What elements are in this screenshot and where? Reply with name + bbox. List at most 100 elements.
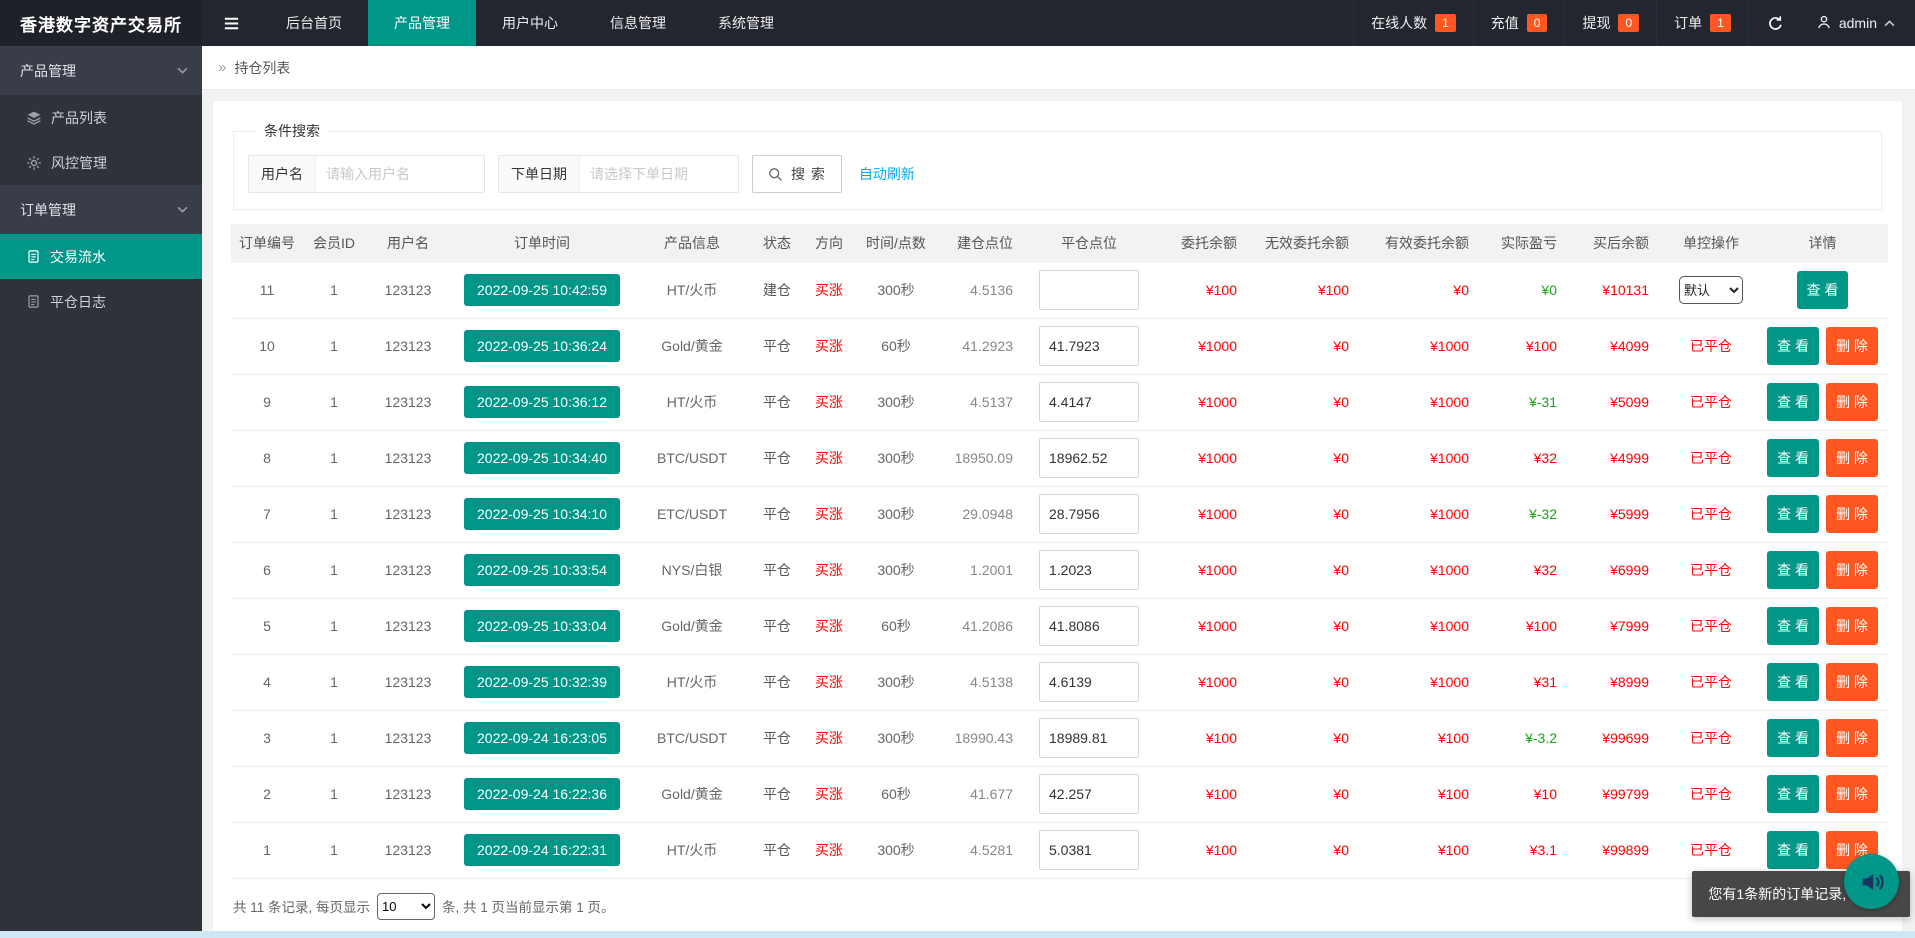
delete-button[interactable]: 删 除	[1826, 775, 1878, 813]
close-point-input[interactable]	[1039, 438, 1139, 478]
delete-button[interactable]: 删 除	[1826, 607, 1878, 645]
order-id: 8	[231, 430, 303, 486]
search-panel: 条件搜索 用户名 下单日期 搜 索 自动刷新	[233, 121, 1882, 210]
period: 60秒	[855, 766, 937, 822]
sidebar-item[interactable]: 风控管理	[0, 140, 202, 185]
product-info: Gold/黄金	[633, 766, 751, 822]
topbar: 香港数字资产交易所 后台首页产品管理用户中心信息管理系统管理 在线人数1充值0提…	[0, 0, 1915, 46]
close-point-input[interactable]	[1039, 718, 1139, 758]
direction: 买涨	[803, 542, 855, 598]
refresh-button[interactable]	[1748, 0, 1802, 46]
auto-refresh-link[interactable]: 自动刷新	[859, 164, 915, 184]
sidebar-item[interactable]: 平仓日志	[0, 279, 202, 324]
after-balance: ¥99699	[1573, 710, 1665, 766]
close-point-input	[1029, 766, 1149, 822]
document-icon	[26, 249, 41, 264]
view-button[interactable]: 查 看	[1767, 495, 1819, 533]
sidebar-item[interactable]: 产品列表	[0, 95, 202, 140]
topbar-menu-item[interactable]: 信息管理	[584, 0, 692, 46]
topbar-stat[interactable]: 订单 1	[1656, 0, 1748, 46]
view-button[interactable]: 查 看	[1767, 775, 1819, 813]
status: 平仓	[751, 486, 803, 542]
order-time-badge: 2022-09-25 10:32:39	[464, 666, 620, 698]
username-input[interactable]	[316, 156, 484, 192]
sound-notification-button[interactable]	[1844, 854, 1899, 909]
delete-button[interactable]: 删 除	[1826, 327, 1878, 365]
actual-profit: ¥3.1	[1485, 822, 1573, 878]
delete-button[interactable]: 删 除	[1826, 551, 1878, 589]
search-button[interactable]: 搜 索	[752, 155, 842, 193]
topbar-menu-item[interactable]: 用户中心	[476, 0, 584, 46]
order-id: 1	[231, 822, 303, 878]
control-cell: 已平仓	[1665, 598, 1757, 654]
control-status: 已平仓	[1690, 786, 1732, 802]
document-icon	[26, 294, 41, 309]
table-row: 411231232022-09-25 10:32:39HT/火币平仓买涨300秒…	[231, 654, 1888, 710]
member-id: 1	[303, 654, 365, 710]
order-id: 7	[231, 486, 303, 542]
topbar-menu-item[interactable]: 后台首页	[260, 0, 368, 46]
topbar-stat[interactable]: 提现0	[1564, 0, 1656, 46]
valid-entrust-balance: ¥1000	[1365, 430, 1485, 486]
delete-button[interactable]: 删 除	[1826, 383, 1878, 421]
close-point-input[interactable]	[1039, 830, 1139, 870]
control-select[interactable]: 默认	[1679, 276, 1743, 304]
sidebar-group[interactable]: 订单管理	[0, 185, 202, 234]
view-button[interactable]: 查 看	[1767, 439, 1819, 477]
page-size-select[interactable]: 10	[377, 893, 435, 920]
table-row: 611231232022-09-25 10:33:54NYS/白银平仓买涨300…	[231, 542, 1888, 598]
close-point-input[interactable]	[1039, 270, 1139, 310]
sidebar-group[interactable]: 产品管理	[0, 46, 202, 95]
view-button[interactable]: 查 看	[1797, 271, 1849, 309]
direction: 买涨	[803, 654, 855, 710]
entrust-balance: ¥100	[1149, 822, 1253, 878]
close-point-input[interactable]	[1039, 662, 1139, 702]
close-point-input[interactable]	[1039, 774, 1139, 814]
topbar-stats: 在线人数1充值0提现0 订单 1	[1353, 0, 1748, 46]
username-filter-label: 用户名	[249, 156, 316, 192]
sidebar-item[interactable]: 交易流水	[0, 234, 202, 279]
delete-button[interactable]: 删 除	[1826, 439, 1878, 477]
view-button[interactable]: 查 看	[1767, 831, 1819, 869]
topbar-stat[interactable]: 在线人数1	[1353, 0, 1473, 46]
order-date-input[interactable]	[580, 156, 738, 192]
status: 平仓	[751, 318, 803, 374]
breadcrumb: » 持仓列表	[202, 46, 1915, 90]
order-time-badge: 2022-09-25 10:32:39	[451, 654, 633, 710]
control-status: 已平仓	[1690, 618, 1732, 634]
horizontal-scrollbar[interactable]	[0, 931, 1915, 938]
view-button[interactable]: 查 看	[1767, 551, 1819, 589]
username: 123123	[365, 486, 451, 542]
delete-button[interactable]: 删 除	[1826, 719, 1878, 757]
actual-profit: ¥-31	[1485, 374, 1573, 430]
close-point-input[interactable]	[1039, 550, 1139, 590]
topbar-stat[interactable]: 充值0	[1473, 0, 1565, 46]
close-point-input[interactable]	[1039, 494, 1139, 534]
table-row: 1111231232022-09-25 10:42:59HT/火币建仓买涨300…	[231, 262, 1888, 318]
order-time-badge: 2022-09-25 10:42:59	[451, 262, 633, 318]
invalid-entrust-balance: ¥0	[1253, 598, 1365, 654]
view-button[interactable]: 查 看	[1767, 663, 1819, 701]
close-point-input[interactable]	[1039, 606, 1139, 646]
stat-label: 充值	[1491, 13, 1519, 33]
date-filter-group: 下单日期	[498, 155, 739, 193]
page-title: 持仓列表	[234, 58, 290, 78]
view-button[interactable]: 查 看	[1767, 327, 1819, 365]
topbar-menu-item[interactable]: 系统管理	[692, 0, 800, 46]
delete-button[interactable]: 删 除	[1826, 495, 1878, 533]
actual-profit: ¥32	[1485, 430, 1573, 486]
stat-label: 订单	[1674, 13, 1702, 33]
user-menu[interactable]: admin	[1802, 0, 1915, 46]
topbar-menu-item[interactable]: 产品管理	[368, 0, 476, 46]
stat-count-badge: 1	[1710, 14, 1731, 32]
close-point-input[interactable]	[1039, 382, 1139, 422]
hamburger-icon[interactable]	[202, 0, 260, 46]
open-point: 41.2923	[937, 318, 1029, 374]
view-button[interactable]: 查 看	[1767, 383, 1819, 421]
period: 300秒	[855, 542, 937, 598]
close-point-input[interactable]	[1039, 326, 1139, 366]
view-button[interactable]: 查 看	[1767, 607, 1819, 645]
delete-button[interactable]: 删 除	[1826, 663, 1878, 701]
table-row: 111231232022-09-24 16:22:31HT/火币平仓买涨300秒…	[231, 822, 1888, 878]
view-button[interactable]: 查 看	[1767, 719, 1819, 757]
